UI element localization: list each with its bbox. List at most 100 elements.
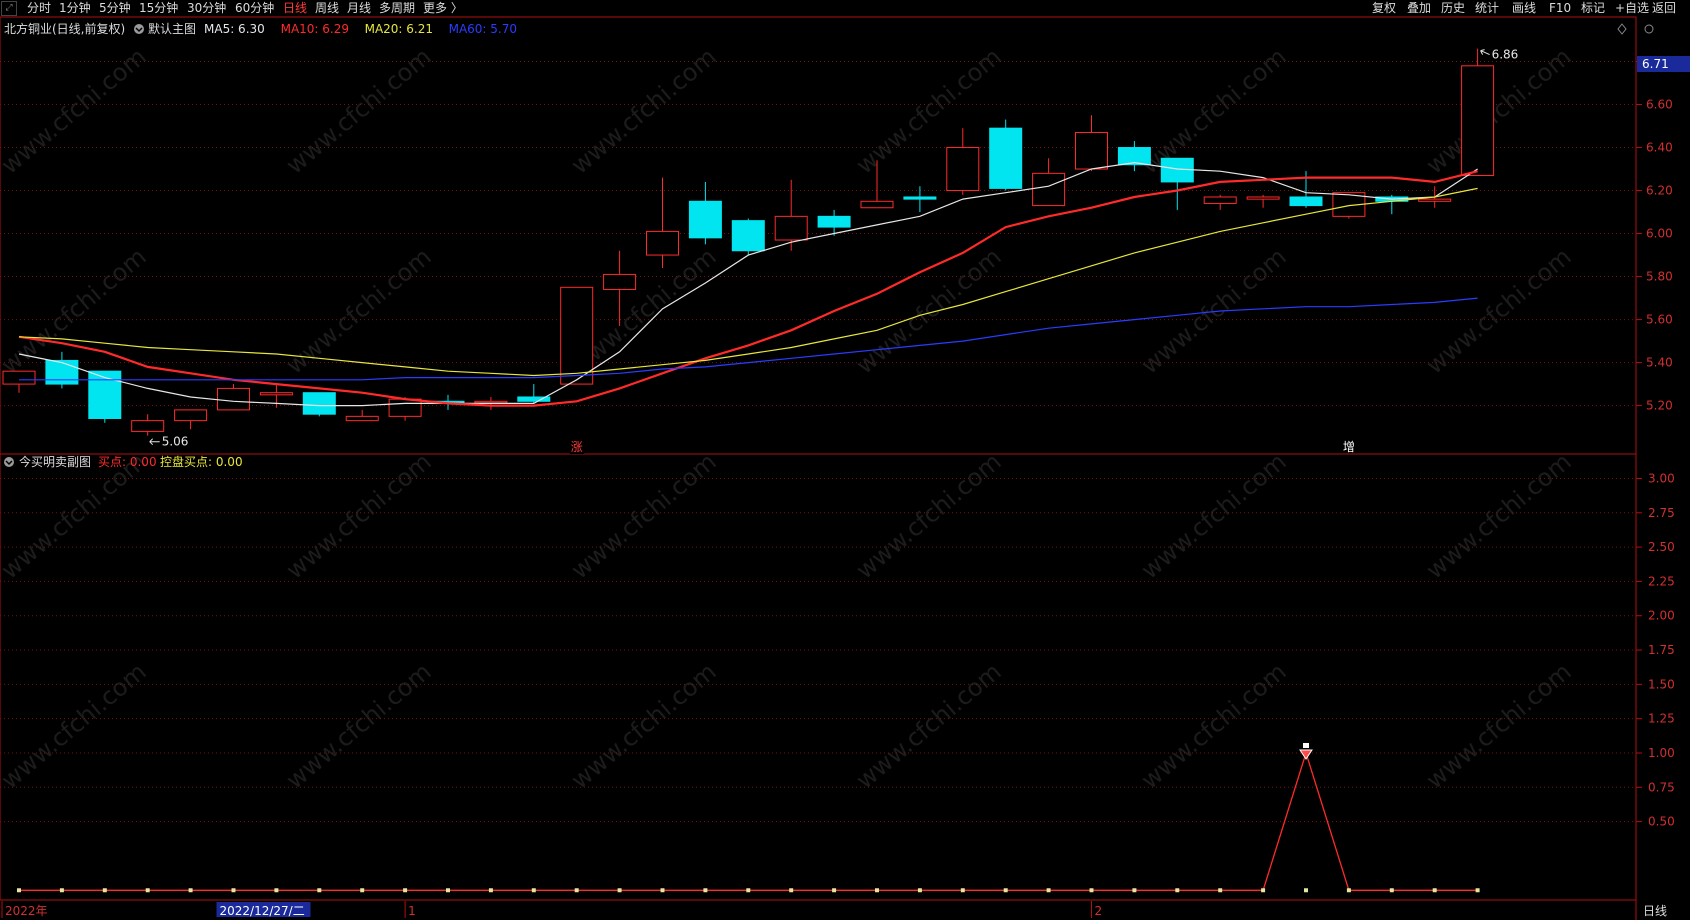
watermark-3: www.cfchi.com [851,42,1007,179]
control-buy-dot-1 [59,888,64,893]
sub-tick-label-8: 2.50 [1648,540,1675,554]
control-buy-dot-5 [231,888,236,893]
diamond-icon[interactable] [1617,23,1627,35]
stock-chart[interactable]: www.cfchi.com www.cfchi.com www.cfchi.com w… [0,0,1690,920]
control-buy-dot-23 [1003,888,1008,893]
high-arrow-icon [1480,49,1490,56]
last-price-tag: 6.71 [1642,57,1669,71]
main-tick-label-2: 5.60 [1646,313,1673,327]
watermark-layer: www.cfchi.com www.cfchi.com www.cfchi.com w… [0,42,1577,794]
sub-legend-item-0: 买点: 0.00 [98,455,157,469]
control-buy-dot-27 [1175,888,1180,893]
candle-body-3[interactable] [131,420,165,432]
sub-legend-item-1: 控盘买点: 0.00 [160,454,243,469]
candle-body-13[interactable] [560,286,594,385]
sub-tick-label-5: 1.75 [1648,643,1675,657]
date-label-1: 2022/12/27/二 [220,904,305,918]
control-buy-dot-17 [746,888,751,893]
candle-body-16[interactable] [688,200,722,239]
indicator-settings-icon[interactable] [134,24,144,34]
candle-body-25[interactable] [1075,131,1108,170]
control-buy-dot-14 [617,888,622,893]
candle-body-30[interactable] [1289,196,1323,207]
control-buy-dot-33 [1432,888,1437,893]
candle-body-2[interactable] [88,370,122,419]
watermark-4: www.cfchi.com [1136,42,1292,179]
control-buy-dot-28 [1218,888,1223,893]
watermark-18: www.cfchi.com [0,657,152,794]
main-tick-label-3: 5.80 [1646,270,1673,284]
watermark-15: www.cfchi.com [851,447,1007,584]
main-tick-label-7: 6.60 [1646,98,1673,112]
watermark-21: www.cfchi.com [851,657,1007,794]
candle-body-8[interactable] [345,415,379,422]
control-buy-dot-32 [1389,888,1394,893]
sub-tick-label-6: 2.00 [1648,609,1675,623]
watermark-13: www.cfchi.com [281,447,437,584]
candle-body-18[interactable] [774,215,808,241]
low-arrow-icon [149,438,160,446]
ma-legend-item-3: MA60: 5.70 [449,22,517,36]
candle-body-6[interactable] [259,392,293,396]
candle-body-28[interactable] [1203,196,1237,204]
sub-indicator-settings-icon[interactable] [4,457,14,467]
control-buy-dot-22 [960,888,965,893]
buy-signal-marker-30[interactable] [1299,749,1313,760]
control-buy-dot-12 [531,888,536,893]
sub-grid [0,477,1636,823]
date-label-2: 1 [408,904,416,918]
control-buy-dot-0 [17,888,21,893]
marker-zeng[interactable]: 增 [1343,440,1355,454]
candle-body-17[interactable] [731,220,765,252]
candle-body-33[interactable] [1418,198,1452,202]
candle-body-19[interactable] [817,215,851,228]
watermark-14: www.cfchi.com [566,447,722,584]
main-tick-label-4: 6.00 [1646,227,1673,241]
settings-icon[interactable] [1644,24,1654,34]
candle-body-23[interactable] [989,127,1023,189]
control-buy-dot-24 [1046,888,1051,893]
control-buy-dot-9 [403,888,408,893]
candle-body-5[interactable] [217,387,250,411]
sub-panel-frame [0,453,1637,901]
ma-line-ma60 [19,297,1478,381]
control-buy-dot-30 [1304,888,1308,893]
control-buy-dot-26 [1132,888,1137,893]
date-label-3: 2 [1095,904,1103,918]
candle-body-34[interactable] [1461,65,1495,176]
candle-body-20[interactable] [860,200,894,209]
candle-body-7[interactable] [302,392,336,415]
candle-body-21[interactable] [903,196,937,200]
candle-body-11[interactable] [474,400,508,404]
candle-body-1[interactable] [45,359,79,385]
sub-tick-label-3: 1.25 [1648,712,1675,726]
watermark-0: www.cfchi.com [0,42,152,179]
sub-tick-label-10: 3.00 [1648,471,1675,485]
candle-body-29[interactable] [1246,196,1280,200]
control-buy-dot-4 [188,888,193,893]
watermark-20: www.cfchi.com [566,657,722,794]
ma-legend: MA5: 6.30 MA10: 6.29 MA20: 6.21 MA60: 5.70 [204,22,517,36]
candle-body-14[interactable] [603,273,637,290]
watermark-9: www.cfchi.com [851,242,1007,379]
main-grid [0,61,1636,407]
control-buy-dot-21 [917,888,922,893]
candle-body-24[interactable] [1032,172,1066,207]
stock-title: 北方铜业(日线,前复权) [4,21,125,36]
candle-body-22[interactable] [946,147,980,192]
marker-zhang[interactable]: 涨 [571,439,583,454]
candle-body-0[interactable] [2,370,36,385]
candle-body-9[interactable] [388,398,422,417]
candle-body-15[interactable] [646,230,679,256]
watermark-11: www.cfchi.com [1421,242,1577,379]
date-axis: 2022年 2022/12/27/二 1 2 [1,901,1103,918]
control-buy-dot-6 [274,888,279,893]
period-tag[interactable]: 日线 [1643,904,1667,918]
sub-tick-label-2: 1.00 [1648,746,1675,760]
sub-indicator-series [17,742,1480,893]
control-buy-dot-13 [574,888,579,893]
watermark-19: www.cfchi.com [281,657,437,794]
ma-legend-item-0: MA5: 6.30 [204,22,265,36]
ma-legend-item-2: MA20: 6.21 [365,22,433,36]
candle-body-4[interactable] [174,409,208,422]
